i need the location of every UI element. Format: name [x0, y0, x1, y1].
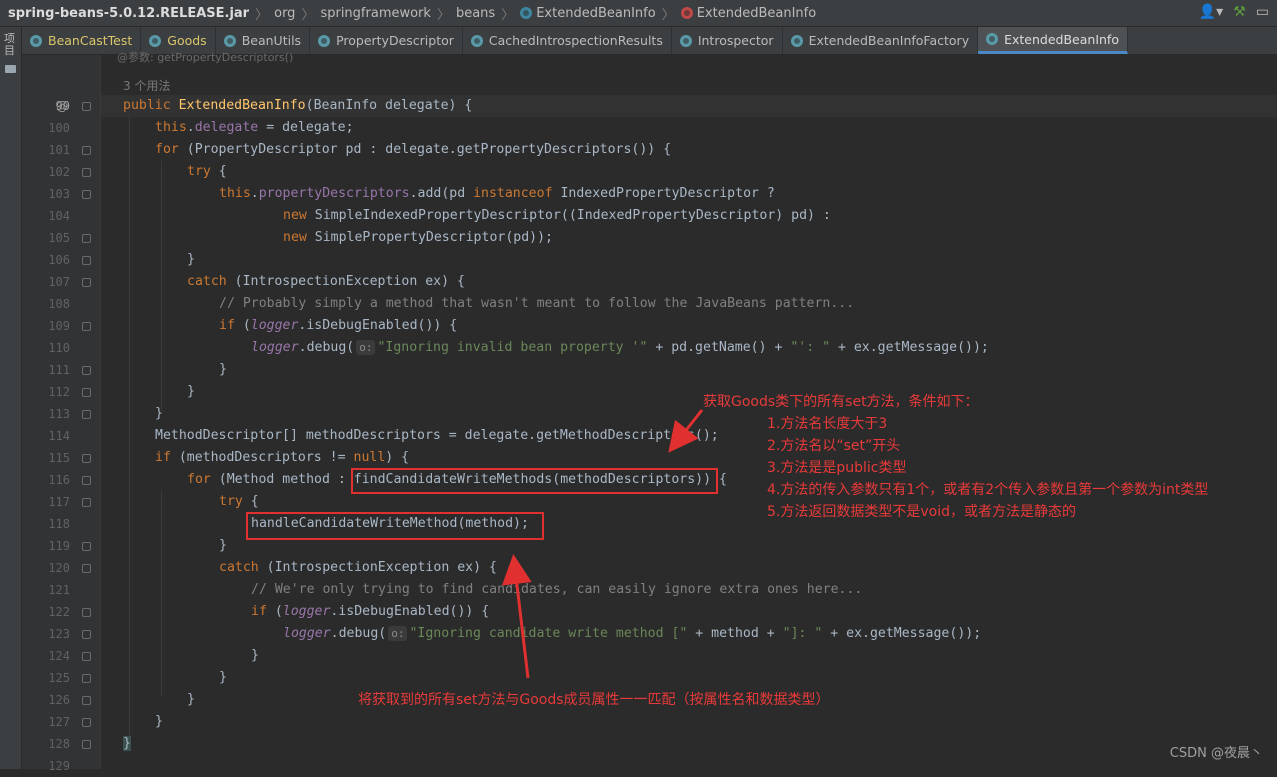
annotation-arrows	[501, 409, 704, 679]
annotation-condition-4: 4.方法的传入参数只有1个，或者有2个传入参数且第一个参数为int类型	[767, 482, 1209, 498]
annotation-condition-1: 1.方法名长度大于3	[767, 416, 888, 432]
annotation-bottom: 将获取到的所有set方法与Goods成员属性一一匹配（按属性名和数据类型）	[358, 692, 830, 708]
arrow-to-find-methods	[668, 409, 704, 453]
arrow-to-handle-method	[501, 554, 532, 679]
annotation-condition-2: 2.方法名以“set”开头	[767, 438, 901, 454]
annotation-condition-5: 5.方法返回数据类型不是void，或者方法是静态的	[767, 504, 1076, 520]
annotation-title: 获取Goods类下的所有set方法，条件如下：	[703, 394, 979, 410]
annotation-condition-3: 3.方法是是public类型	[767, 460, 907, 476]
watermark: CSDN @夜晨丶	[1169, 746, 1263, 761]
